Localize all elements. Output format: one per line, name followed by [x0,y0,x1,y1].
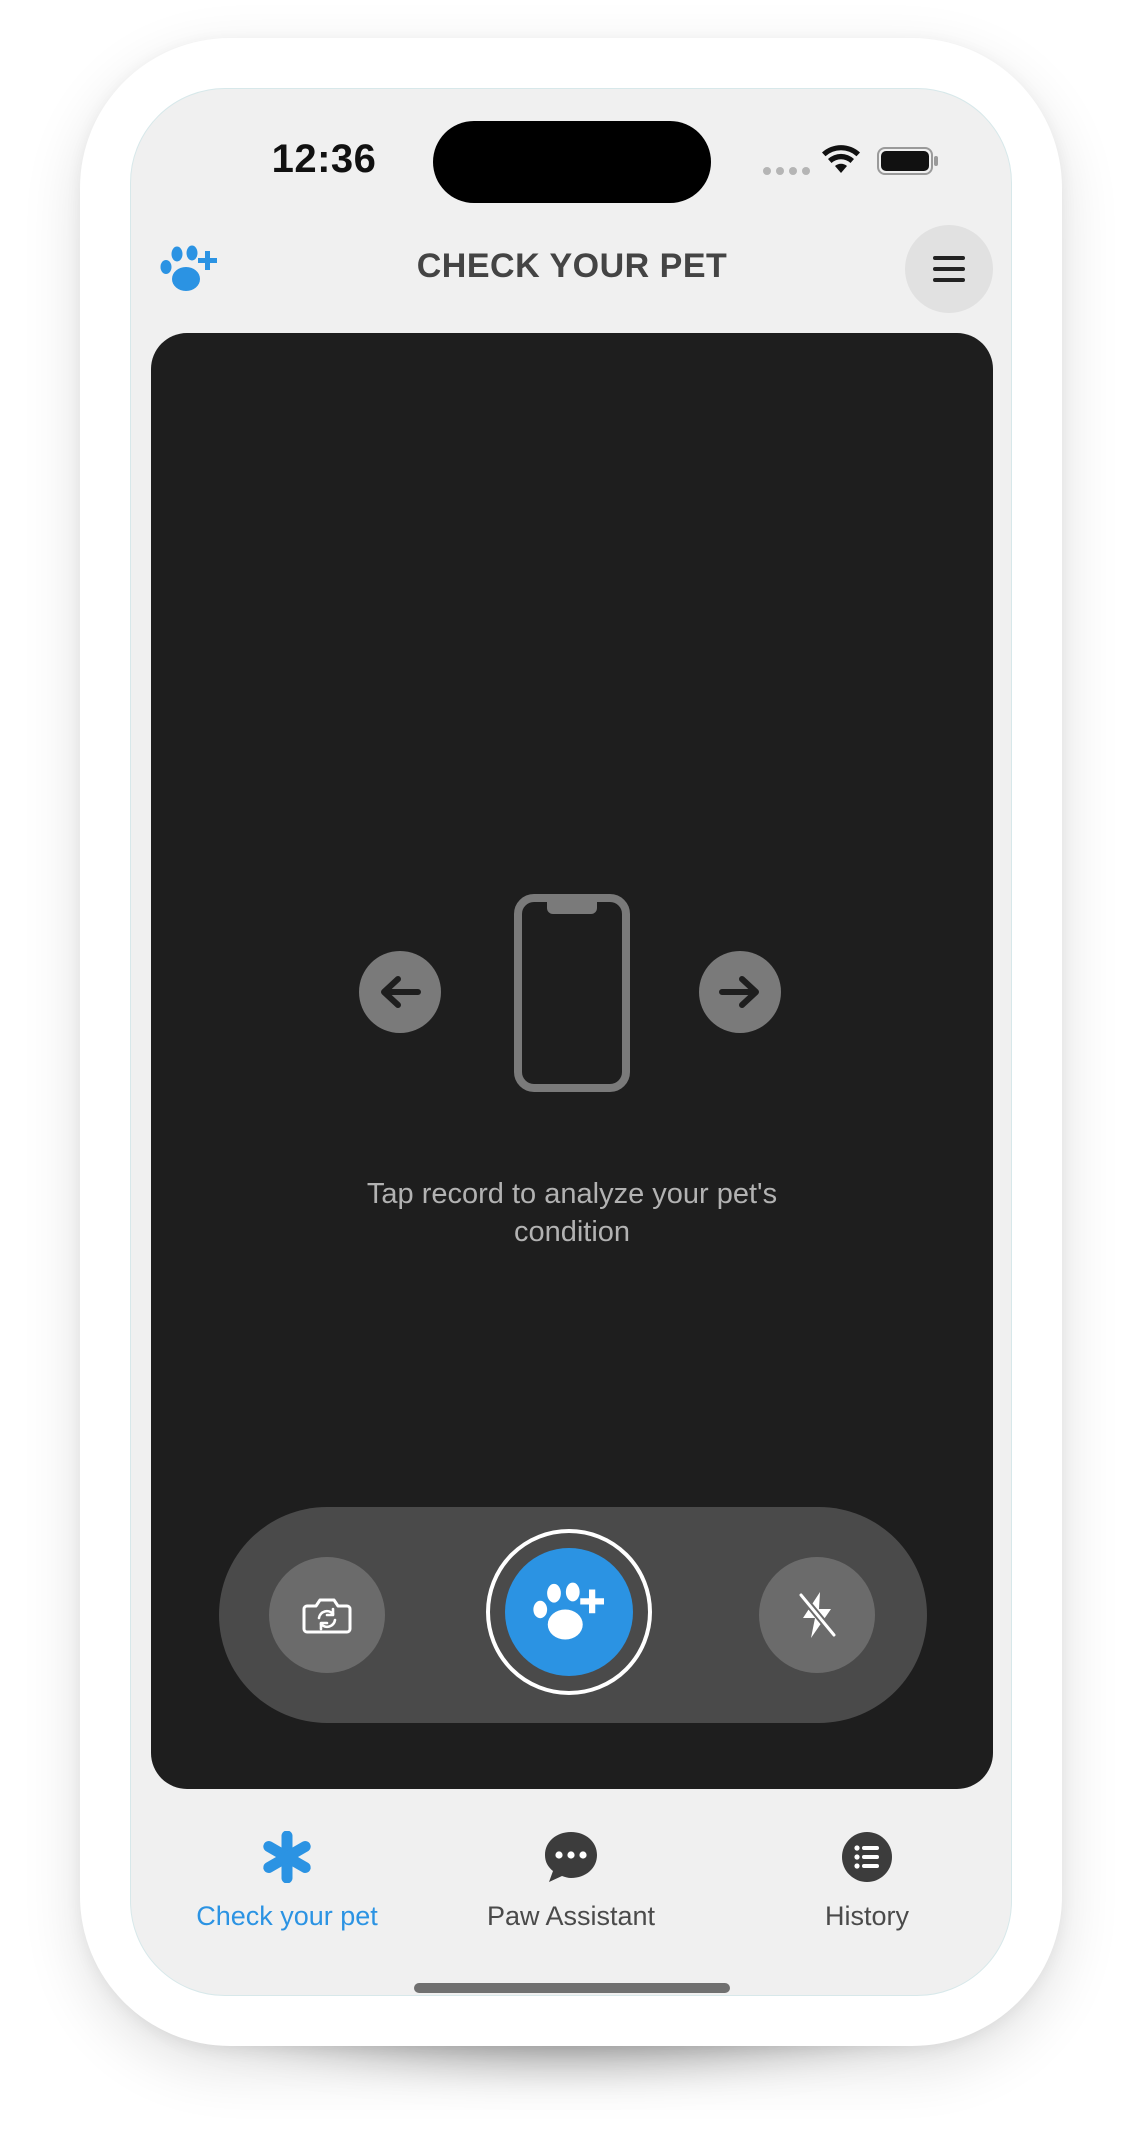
menu-button[interactable] [905,225,993,313]
camera-preview[interactable]: Tap record to analyze your pet's conditi… [151,333,993,1789]
record-hint: Tap record to analyze your pet's conditi… [366,1178,778,1248]
hamburger-icon [933,256,965,282]
wifi-icon [822,145,860,173]
flash-off-icon [797,1591,838,1639]
phone-outline-icon [514,894,630,1092]
cellular-signal-icon [763,167,810,175]
home-indicator [414,1983,730,1993]
paw-plus-icon [533,1582,604,1640]
paw-plus-icon [159,241,219,302]
app-screen: 12:36 CHECK YOUR PET Tap record to analy… [130,88,1012,1996]
camera-flip-icon [302,1598,352,1634]
rotate-right-button [699,951,781,1033]
tab-label: History [824,1901,909,1931]
rotate-left-button [359,951,441,1033]
battery-icon [877,147,938,175]
flash-toggle-button[interactable] [759,1557,875,1673]
asterisk-icon [263,1831,311,1883]
chat-bubble-icon [545,1832,597,1882]
dynamic-island [433,121,711,203]
arrow-left-icon [381,976,421,1008]
status-time: 12:36 [271,137,377,181]
page: 12:36 CHECK YOUR PET Tap record to analy… [0,0,1148,2139]
page-title: CHECK YOUR PET [416,247,728,285]
camera-controls [219,1507,927,1723]
tab-paw-assistant[interactable]: Paw Assistant [431,1827,711,1932]
tab-check-your-pet[interactable]: Check your pet [147,1827,427,1932]
flip-camera-button[interactable] [269,1557,385,1673]
record-button-fill [505,1548,633,1676]
tab-label: Check your pet [196,1901,378,1931]
arrow-right-icon [719,976,759,1008]
tab-label: Paw Assistant [486,1901,656,1931]
tab-history[interactable]: History [727,1827,1007,1932]
record-button[interactable] [486,1529,652,1695]
list-icon [842,1832,892,1882]
